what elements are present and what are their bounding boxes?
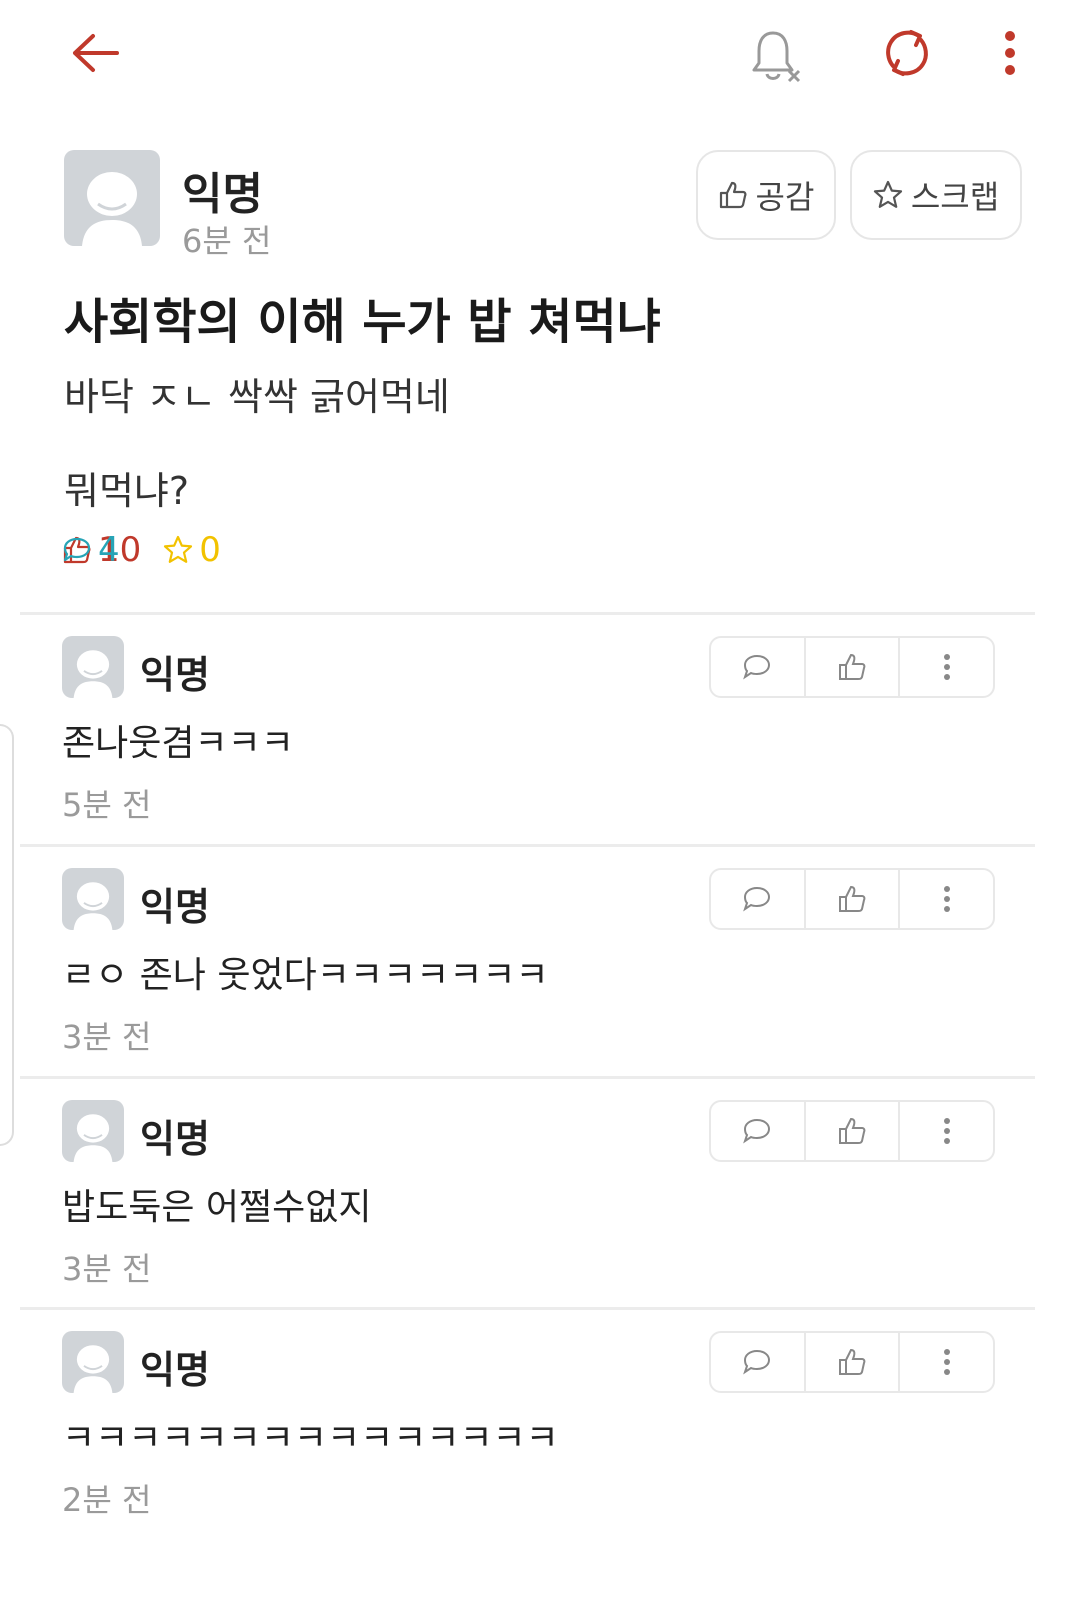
- default-avatar-icon: [73, 1345, 113, 1393]
- comment-author: 익명: [140, 653, 210, 697]
- notification-toggle-button[interactable]: [742, 22, 812, 92]
- edge-panel-handle[interactable]: [0, 724, 14, 1146]
- default-avatar-icon: [73, 882, 113, 930]
- comment-item: 익명 ㅋㅋㅋㅋㅋㅋㅋㅋㅋㅋㅋㅋㅋㅋㅋ 2분 전: [0, 1309, 1080, 1539]
- post-body-line: 바닥 ㅈㄴ 싹싹 긁어먹네: [64, 375, 450, 419]
- comment-text: ㅋㅋㅋㅋㅋㅋㅋㅋㅋㅋㅋㅋㅋㅋㅋ: [62, 1418, 559, 1459]
- reply-button[interactable]: [711, 870, 806, 928]
- comment-author: 익명: [140, 1117, 210, 1161]
- speech-bubble-icon: [743, 1118, 771, 1144]
- reply-button[interactable]: [711, 638, 806, 696]
- post-title: 사회학의 이해 누가 밥 쳐먹냐: [64, 294, 661, 350]
- comment-actions: [709, 1331, 995, 1393]
- default-avatar-icon: [73, 1114, 113, 1162]
- thumbs-up-icon: [839, 885, 866, 912]
- reply-button[interactable]: [711, 1333, 806, 1391]
- arrow-left-icon: [73, 33, 119, 72]
- star-icon: [873, 180, 902, 208]
- comment-actions: [709, 636, 995, 698]
- more-vertical-icon: [943, 1118, 950, 1144]
- comment-item: 익명 ㄹㅇ 존나 웃었다ㅋㅋㅋㅋㅋㅋㅋ 3분 전: [0, 846, 1080, 1076]
- speech-bubble-icon: [743, 886, 771, 912]
- comment-text: 존나웃겸ㅋㅋㅋ: [62, 723, 294, 764]
- comment-count-value: 4: [98, 530, 120, 570]
- thumbs-up-icon: [719, 181, 747, 209]
- post-author: 익명: [182, 169, 263, 220]
- comment-time: 3분 전: [62, 1018, 152, 1056]
- avatar: [62, 636, 124, 698]
- speech-bubble-icon: [743, 654, 771, 680]
- comment-like-button[interactable]: [806, 1102, 901, 1160]
- more-options-button[interactable]: [995, 18, 1025, 88]
- scrap-button[interactable]: 스크랩: [850, 150, 1022, 240]
- top-bar: [0, 0, 1080, 110]
- comment-more-button[interactable]: [900, 1102, 993, 1160]
- comment-like-button[interactable]: [806, 870, 901, 928]
- post-header: 익명 6분 전 공감 스크랩: [64, 150, 1024, 260]
- avatar: [62, 868, 124, 930]
- avatar: [62, 1331, 124, 1393]
- back-button[interactable]: [60, 20, 130, 85]
- thumbs-up-icon: [839, 653, 866, 680]
- post-stats: 10 4 0: [62, 530, 243, 570]
- comment-item: 익명 밥도둑은 어쩔수없지 3분 전: [0, 1078, 1080, 1308]
- more-vertical-icon: [943, 886, 950, 912]
- more-vertical-icon: [1005, 31, 1015, 75]
- speech-bubble-icon: [743, 1349, 771, 1375]
- comment-like-button[interactable]: [806, 1333, 901, 1391]
- comment-more-button[interactable]: [900, 1333, 993, 1391]
- reply-button[interactable]: [711, 1102, 806, 1160]
- more-vertical-icon: [943, 654, 950, 680]
- comment-time: 5분 전: [62, 786, 152, 824]
- comment-more-button[interactable]: [900, 870, 993, 928]
- comment-text: ㄹㅇ 존나 웃었다ㅋㅋㅋㅋㅋㅋㅋ: [62, 955, 549, 996]
- thumbs-up-icon: [839, 1348, 866, 1375]
- comment-time: 3분 전: [62, 1250, 152, 1288]
- refresh-button[interactable]: [872, 18, 942, 88]
- scrap-button-label: 스크랩: [910, 178, 1000, 216]
- comment-item: 익명 존나웃겸ㅋㅋㅋ 5분 전: [0, 614, 1080, 844]
- comment-author: 익명: [140, 885, 210, 929]
- comment-author: 익명: [140, 1348, 210, 1392]
- like-button-label: 공감: [755, 178, 815, 216]
- post-time: 6분 전: [182, 222, 272, 260]
- comment-text: 밥도둑은 어쩔수없지: [62, 1187, 372, 1228]
- comment-actions: [709, 1100, 995, 1162]
- bell-off-icon: [752, 31, 801, 83]
- speech-bubble-icon: [63, 537, 91, 562]
- comment-like-button[interactable]: [806, 638, 901, 696]
- default-avatar-icon: [73, 650, 113, 698]
- default-avatar-icon: [82, 172, 142, 246]
- like-button[interactable]: 공감: [696, 150, 836, 240]
- thumbs-up-icon: [839, 1117, 866, 1144]
- avatar: [64, 150, 160, 246]
- refresh-icon: [886, 30, 928, 76]
- more-vertical-icon: [943, 1349, 950, 1375]
- avatar: [62, 1100, 124, 1162]
- comment-more-button[interactable]: [900, 638, 993, 696]
- comment-time: 2분 전: [62, 1481, 152, 1519]
- comment-actions: [709, 868, 995, 930]
